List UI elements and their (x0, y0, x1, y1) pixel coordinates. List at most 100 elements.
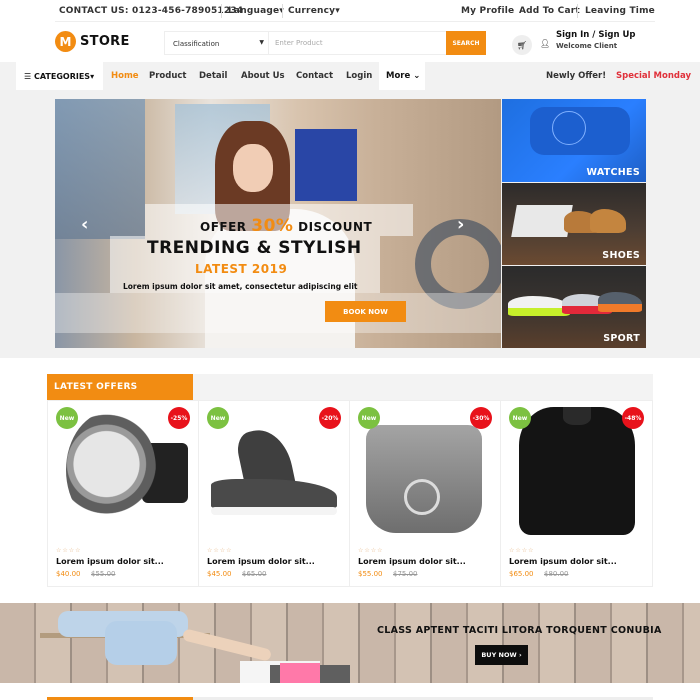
search-button[interactable]: SEARCH (446, 31, 486, 55)
offer-suffix: DISCOUNT (298, 220, 373, 234)
tile-label: SHOES (602, 250, 640, 261)
tile-label: SPORT (603, 333, 640, 344)
sign-in-link[interactable]: Sign In / Sign Up (556, 30, 635, 40)
search-input[interactable] (269, 32, 446, 54)
sneaker-shape (211, 424, 337, 519)
sport-image (598, 292, 642, 312)
next-slide-arrow-icon[interactable]: › (457, 214, 464, 235)
offer-text: OFFER 30% DISCOUNT (200, 216, 372, 236)
caret-down-icon: ▼ (259, 39, 264, 46)
add-to-cart-link[interactable]: Add To Cart (519, 6, 580, 16)
nav-item-home[interactable]: Home (111, 71, 139, 81)
sneaker-body (211, 479, 337, 509)
logo-text: STORE (80, 34, 130, 49)
sport-image (508, 296, 570, 316)
new-badge: New (56, 407, 78, 429)
product-old-price: $80.00 (544, 570, 569, 578)
product-price: $40.00 (56, 570, 81, 578)
product-grid: New -25% ☆☆☆☆ Lorem ipsum dolor sit... $… (47, 400, 653, 587)
product-card[interactable]: New -20% ☆☆☆☆ Lorem ipsum dolor sit... $… (199, 401, 350, 586)
leaving-time-link[interactable]: Leaving Time (585, 6, 655, 16)
blouse-shape (519, 407, 635, 535)
product-old-price: $75.00 (393, 570, 418, 578)
chevron-right-icon: › (518, 651, 522, 659)
nav-item-product[interactable]: Product (149, 71, 187, 81)
watch-face (66, 411, 156, 529)
shoes-image (590, 209, 626, 233)
contact-info: CONTACT US: 0123-456-789051234 (59, 6, 244, 16)
categories-button[interactable]: ☰ CATEGORIES▾ (16, 62, 103, 90)
latest-offers-title[interactable]: LATEST OFFERS (47, 374, 193, 400)
new-badge: New (509, 407, 531, 429)
categories-label: CATEGORIES (33, 72, 91, 81)
offer-percent: 30% (251, 216, 294, 236)
nav-item-about-us[interactable]: About Us (241, 71, 285, 81)
category-select-value: Classification (173, 40, 220, 48)
nav-item-login[interactable]: Login (346, 71, 372, 81)
main-nav: ☰ CATEGORIES▾ Home Product Detail About … (0, 62, 700, 90)
discount-badge: -25% (168, 407, 190, 429)
product-card[interactable]: New -48% ☆☆☆☆ Lorem ipsum dolor sit... $… (501, 401, 652, 586)
buy-now-button[interactable]: BUY NOW › (475, 645, 528, 665)
logo[interactable]: M STORE (55, 31, 130, 52)
new-badge: New (358, 407, 380, 429)
hero-subtitle: LATEST 2019 (195, 262, 288, 276)
more-menu-button[interactable]: More ⌄ (379, 62, 425, 90)
nav-item-contact[interactable]: Contact (296, 71, 333, 81)
language-dropdown[interactable]: Language▾ (228, 6, 284, 16)
hero-slider: ‹ › OFFER 30% DISCOUNT TRENDING & STYLIS… (55, 99, 501, 348)
star-rating: ☆☆☆☆ (207, 547, 233, 554)
banner-overlay (0, 603, 700, 683)
divider (577, 4, 578, 18)
category-tile-watches[interactable]: WATCHES (502, 99, 646, 182)
language-label: Language (228, 6, 280, 16)
welcome-text: Welcome Client (556, 42, 618, 50)
cart-icon: 🛒︎ (516, 40, 528, 50)
nav-item-detail[interactable]: Detail (199, 71, 227, 81)
top-bar: CONTACT US: 0123-456-789051234 Language▾… (55, 0, 655, 22)
menu-icon: ☰ (24, 72, 32, 81)
product-name[interactable]: Lorem ipsum dolor sit... (358, 557, 466, 566)
currency-label: Currency (288, 6, 336, 16)
chevron-down-icon: ▾ (335, 6, 340, 16)
discount-badge: -48% (622, 407, 644, 429)
tile-label: WATCHES (586, 167, 640, 178)
product-old-price: $55.00 (91, 570, 116, 578)
hero-description: Lorem ipsum dolor sit amet, consectetur … (123, 282, 358, 291)
offer-prefix: OFFER (200, 220, 247, 234)
cart-button[interactable]: 🛒︎ (512, 35, 532, 55)
divider (282, 4, 283, 18)
search-bar: Classification ▼ SEARCH (164, 31, 486, 55)
category-tile-shoes[interactable]: SHOES (502, 183, 646, 265)
category-select[interactable]: Classification ▼ (165, 32, 269, 54)
currency-dropdown[interactable]: Currency▾ (288, 6, 340, 16)
slider-background-image (55, 99, 145, 239)
watch-image (552, 111, 586, 145)
bag-shape (366, 425, 482, 533)
promo-banner: CLASS APTENT TACITI LITORA TORQUENT CONU… (0, 603, 700, 683)
newly-offer-link[interactable]: Newly Offer! (546, 71, 606, 81)
product-price: $45.00 (207, 570, 232, 578)
divider (55, 21, 655, 22)
star-rating: ☆☆☆☆ (509, 547, 535, 554)
my-profile-link[interactable]: My Profile (461, 6, 514, 16)
bag-clasp (404, 479, 440, 515)
product-old-price: $65.00 (242, 570, 267, 578)
product-card[interactable]: New -25% ☆☆☆☆ Lorem ipsum dolor sit... $… (48, 401, 199, 586)
sneaker-sole (211, 507, 337, 515)
user-icon: 👤︎ (540, 39, 551, 48)
buy-now-label: BUY NOW (481, 651, 517, 659)
product-card[interactable]: New -30% ☆☆☆☆ Lorem ipsum dolor sit... $… (350, 401, 501, 586)
product-name[interactable]: Lorem ipsum dolor sit... (509, 557, 617, 566)
latest-offers-header: LATEST OFFERS (47, 374, 653, 400)
product-name[interactable]: Lorem ipsum dolor sit... (56, 557, 164, 566)
category-tile-sport[interactable]: SPORT (502, 266, 646, 348)
logo-icon: M (55, 31, 76, 52)
product-name[interactable]: Lorem ipsum dolor sit... (207, 557, 315, 566)
prev-slide-arrow-icon[interactable]: ‹ (81, 214, 88, 235)
book-now-button[interactable]: BOOK NOW (325, 301, 406, 322)
blouse-collar (563, 407, 591, 425)
star-rating: ☆☆☆☆ (358, 547, 384, 554)
special-monday-link[interactable]: Special Monday (616, 71, 691, 81)
divider (221, 4, 222, 18)
